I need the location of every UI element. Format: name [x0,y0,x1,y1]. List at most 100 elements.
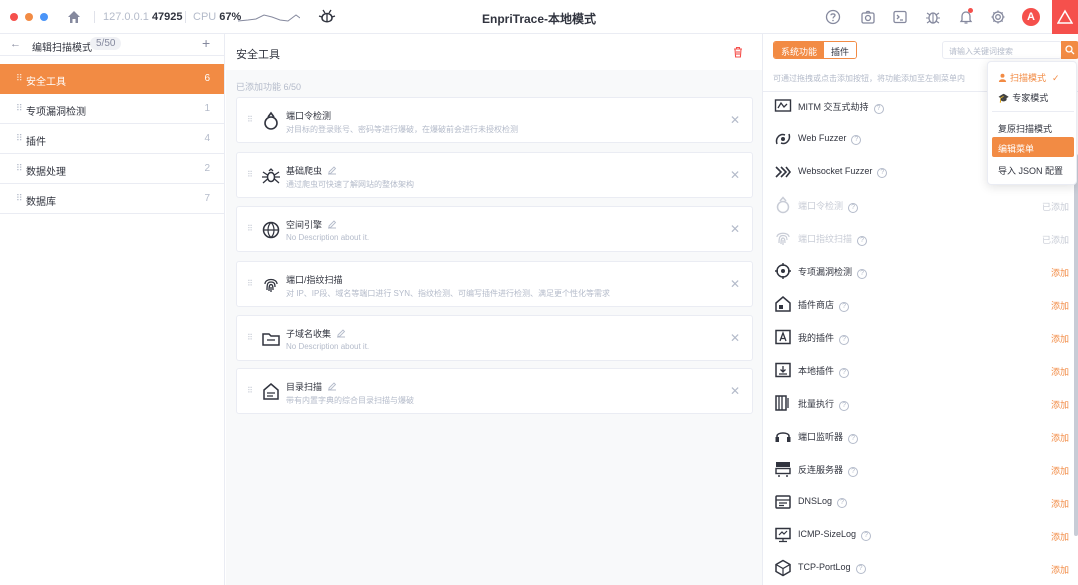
help-icon[interactable]: ? [848,203,859,213]
menu-item-vuln-detection[interactable]: ⠿ 专项漏洞检测 1 [0,94,224,124]
plugin-name: Web Fuzzer [798,133,847,143]
drag-handle-icon[interactable]: ⠿ [16,163,23,174]
help-icon[interactable]: ? [861,531,872,541]
settings-gear-icon[interactable] [990,9,1006,25]
help-icon[interactable]: ? [855,564,866,574]
close-window-button[interactable] [10,13,18,21]
search-input[interactable]: 请输入关键词搜索 [942,41,1062,59]
notification-dot [968,8,973,13]
arrow-left-icon[interactable]: ← [10,38,21,50]
drag-handle-icon[interactable]: ⠿ [16,73,23,84]
minimize-window-button[interactable] [25,13,33,21]
add-button[interactable]: 添加 [1051,464,1069,477]
add-button[interactable]: 添加 [1051,530,1069,543]
added-count-label: 已添加功能 6/50 [236,82,302,92]
plugin-row-batch-execute[interactable]: 批量执行? 添加 [763,388,1073,421]
camera-icon[interactable] [860,9,876,25]
menu-item-data-processing[interactable]: ⠿ 数据处理 2 [0,154,224,184]
add-menu-button[interactable]: + [202,35,210,51]
plugin-row-local-plugins[interactable]: 本地插件? 添加 [763,355,1073,388]
plugin-name: MITM 交互式劫持 [798,102,869,112]
remove-card-icon[interactable]: ✕ [730,331,740,345]
terminal-icon[interactable] [892,9,908,25]
edit-icon[interactable] [327,165,337,175]
menu-item-scan-mode[interactable]: 扫描模式 ✓ [992,66,1074,86]
help-icon[interactable]: ? [839,401,850,411]
alert-button[interactable] [1052,0,1078,34]
help-icon[interactable]: ? [873,104,884,114]
edit-icon[interactable] [327,219,337,229]
plugin-row-tcp-portlog[interactable]: TCP-PortLog? 添加 [763,553,1073,585]
menu-item-database[interactable]: ⠿ 数据库 7 [0,184,224,214]
plugin-row-plugin-store[interactable]: 插件商店? 添加 [763,289,1073,322]
drag-handle-icon[interactable]: ⠿ [247,170,253,179]
add-button[interactable]: 添加 [1051,398,1069,411]
menu-item-edit-menu[interactable]: 编辑菜单 [992,137,1074,157]
tab-system-features[interactable]: 系统功能 [774,42,825,58]
menu-item-import-json[interactable]: 导入 JSON 配置 [992,159,1074,179]
add-button[interactable]: 添加 [1051,266,1069,279]
add-button[interactable]: 添加 [1051,332,1069,345]
added-label: 已添加 [1041,202,1069,212]
search-button[interactable] [1061,41,1078,59]
menu-item-reset-scan-mode[interactable]: 复原扫描模式 [992,117,1074,137]
help-icon[interactable]: ? [851,135,862,145]
remove-card-icon[interactable]: ✕ [730,222,740,236]
card-description: No Description about it. [286,342,370,351]
help-icon[interactable]: ? [839,302,850,312]
warning-triangle-icon [1057,9,1073,24]
drag-handle-icon[interactable]: ⠿ [247,333,253,342]
help-icon[interactable]: ? [848,467,859,477]
add-button[interactable]: 添加 [1051,431,1069,444]
remove-card-icon[interactable]: ✕ [730,168,740,182]
drag-handle-icon[interactable]: ⠿ [247,386,253,395]
help-icon[interactable]: ? [877,168,888,178]
maximize-window-button[interactable] [40,13,48,21]
scrollbar[interactable] [1074,154,1078,536]
plugin-row-icmp-sizelog[interactable]: ICMP-SizeLog? 添加 [763,520,1073,553]
feature-card[interactable]: ⠿ 空间引擎 No Description about it. ✕ [236,206,753,252]
remove-card-icon[interactable]: ✕ [730,113,740,127]
add-button[interactable]: 添加 [1051,563,1069,576]
sidebar-title: 编辑扫描模式 [32,43,92,54]
menu-item-plugins[interactable]: ⠿ 插件 4 [0,124,224,154]
edit-icon[interactable] [336,328,346,338]
bug-logo-icon[interactable] [318,8,336,26]
add-button[interactable]: 添加 [1051,299,1069,312]
add-button[interactable]: 添加 [1051,497,1069,510]
help-icon[interactable]: ? [837,498,848,508]
menu-item-expert-mode[interactable]: 🎓 专家模式 [992,86,1074,106]
help-icon[interactable]: ? [839,368,850,378]
feature-card[interactable]: ⠿ 子域名收集 No Description about it. ✕ [236,315,753,361]
add-button[interactable]: 添加 [1051,365,1069,378]
user-avatar[interactable]: A [1022,8,1040,26]
menu-item-security-tools[interactable]: ⠿ 安全工具 6 [0,64,224,94]
drag-handle-icon[interactable]: ⠿ [247,279,253,288]
drag-handle-icon[interactable]: ⠿ [247,115,253,124]
debug-bug-icon[interactable] [925,9,941,25]
edit-icon[interactable] [327,381,337,391]
plugin-row-dnslog[interactable]: DNSLog? 添加 [763,487,1073,520]
plugin-row-port-listener[interactable]: 端口监听器? 添加 [763,421,1073,454]
remove-card-icon[interactable]: ✕ [730,277,740,291]
plugin-row-reverse-server[interactable]: 反连服务器? 添加 [763,454,1073,487]
remove-card-icon[interactable]: ✕ [730,384,740,398]
feature-card[interactable]: ⠿ 目录扫描 带有内置字典的综合目录扫描与爆破 ✕ [236,368,753,414]
feature-card[interactable]: ⠿ 基础爬虫 通过爬虫可快速了解网站的整体架构 ✕ [236,152,753,198]
help-icon[interactable]: ? [839,335,850,345]
drag-handle-icon[interactable]: ⠿ [16,133,23,144]
feature-card[interactable]: ⠿ 端口令检测 对目标的登录账号、密码等进行爆破，在爆破前会进行未授权检测 ✕ [236,97,753,143]
tab-plugins[interactable]: 插件 [824,42,857,58]
help-icon[interactable]: ? [857,236,868,246]
drag-handle-icon[interactable]: ⠿ [16,193,23,204]
feature-card[interactable]: ⠿ 端口/指纹扫描 对 IP、IP段、域名等端口进行 SYN、指纹检测、可编写插… [236,261,753,307]
plugin-row-my-plugins[interactable]: 我的插件? 添加 [763,322,1073,355]
help-icon[interactable]: ? [857,269,868,279]
trash-icon[interactable] [732,46,744,58]
home-icon[interactable] [66,9,82,25]
drag-handle-icon[interactable]: ⠿ [247,224,253,233]
help-icon[interactable]: ? [848,434,859,444]
plugin-row-vuln-detection[interactable]: 专项漏洞检测? 添加 [763,256,1073,289]
drag-handle-icon[interactable]: ⠿ [16,103,23,114]
help-icon[interactable] [825,9,841,25]
